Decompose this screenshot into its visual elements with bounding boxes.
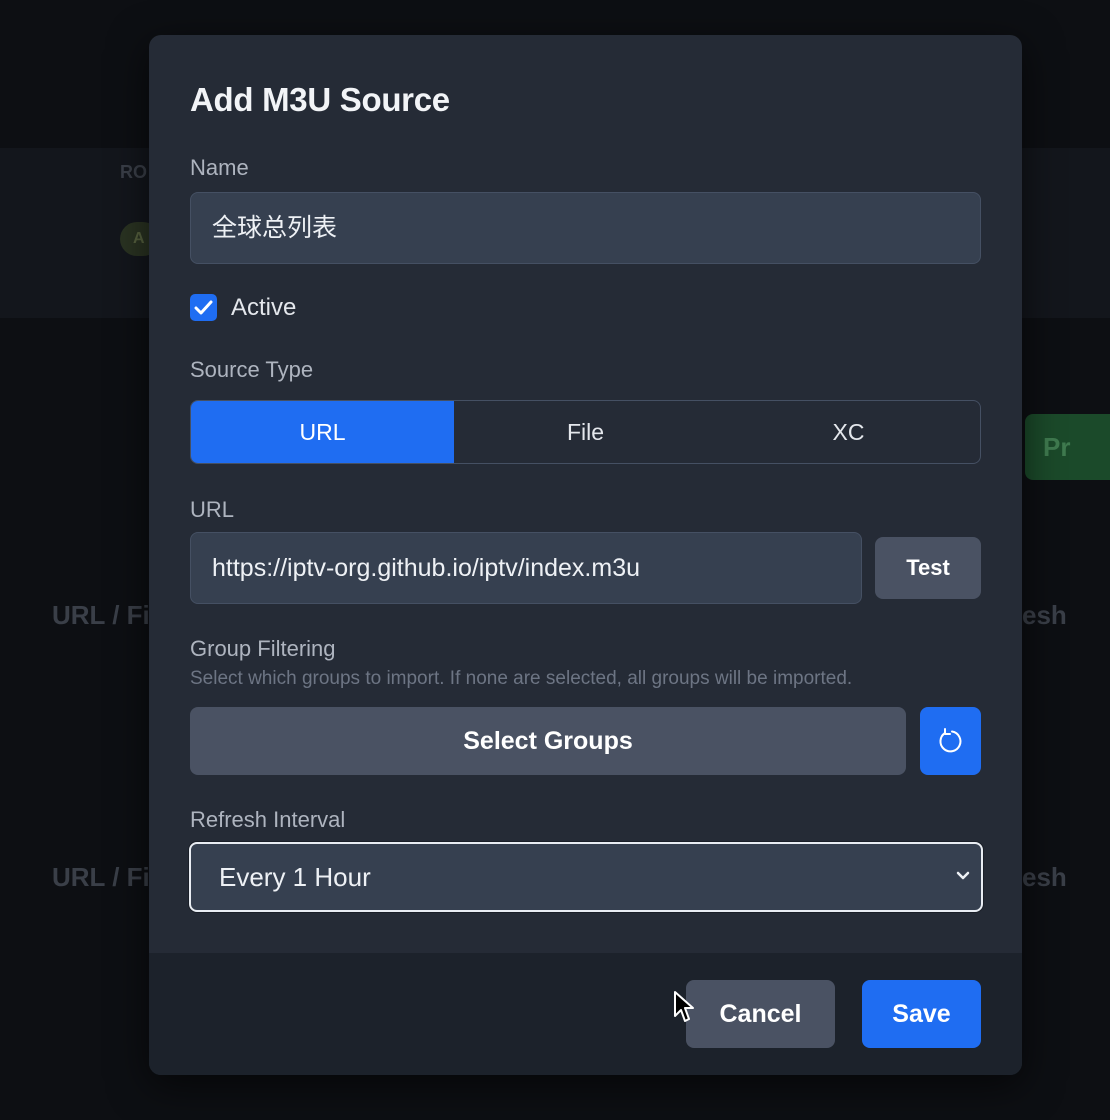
source-type-xc-option[interactable]: XC [717,401,980,463]
background-refresh-button: Pr [1025,414,1110,480]
refresh-interval-select[interactable]: Every 1 Hour [189,842,983,912]
background-refresh-label: Pr [1043,432,1071,462]
refresh-groups-button[interactable] [920,707,981,775]
test-button[interactable]: Test [875,537,981,599]
refresh-interval-label: Refresh Interval [190,807,346,832]
url-input[interactable]: https://iptv-org.github.io/iptv/index.m3… [190,532,862,604]
background-row-label-right: esh [1022,600,1067,630]
refresh-interval-value: Every 1 Hour [219,862,371,892]
name-label: Name [190,155,249,180]
dialog-title: Add M3U Source [190,81,450,118]
source-type-segmented-control: URL File XC [190,400,981,464]
background-row-label: URL / Fi [52,600,150,630]
name-input[interactable]: 全球总列表 [190,192,981,264]
select-groups-button[interactable]: Select Groups [190,707,906,775]
background-column-header: RO [120,162,147,182]
source-type-label: Source Type [190,357,314,382]
background-row-label: URL / Fi [52,862,150,892]
add-m3u-source-dialog: Add M3U Source Name 全球总列表 Active Source … [149,35,1022,1075]
source-type-url-option[interactable]: URL [191,401,454,463]
active-label: Active [231,294,297,321]
group-filtering-label: Group Filtering [190,636,336,661]
refresh-icon [939,728,962,753]
background-row-label-right: esh [1022,862,1067,892]
cancel-button[interactable]: Cancel [686,980,835,1048]
source-type-file-option[interactable]: File [454,401,717,463]
active-checkbox[interactable] [190,294,217,321]
group-filtering-help-text: Select which groups to import. If none a… [190,668,853,689]
save-button[interactable]: Save [862,980,981,1048]
checkmark-icon [194,300,213,315]
chevron-down-icon [956,871,970,880]
url-label: URL [190,497,235,522]
mouse-cursor-icon [674,991,694,1022]
